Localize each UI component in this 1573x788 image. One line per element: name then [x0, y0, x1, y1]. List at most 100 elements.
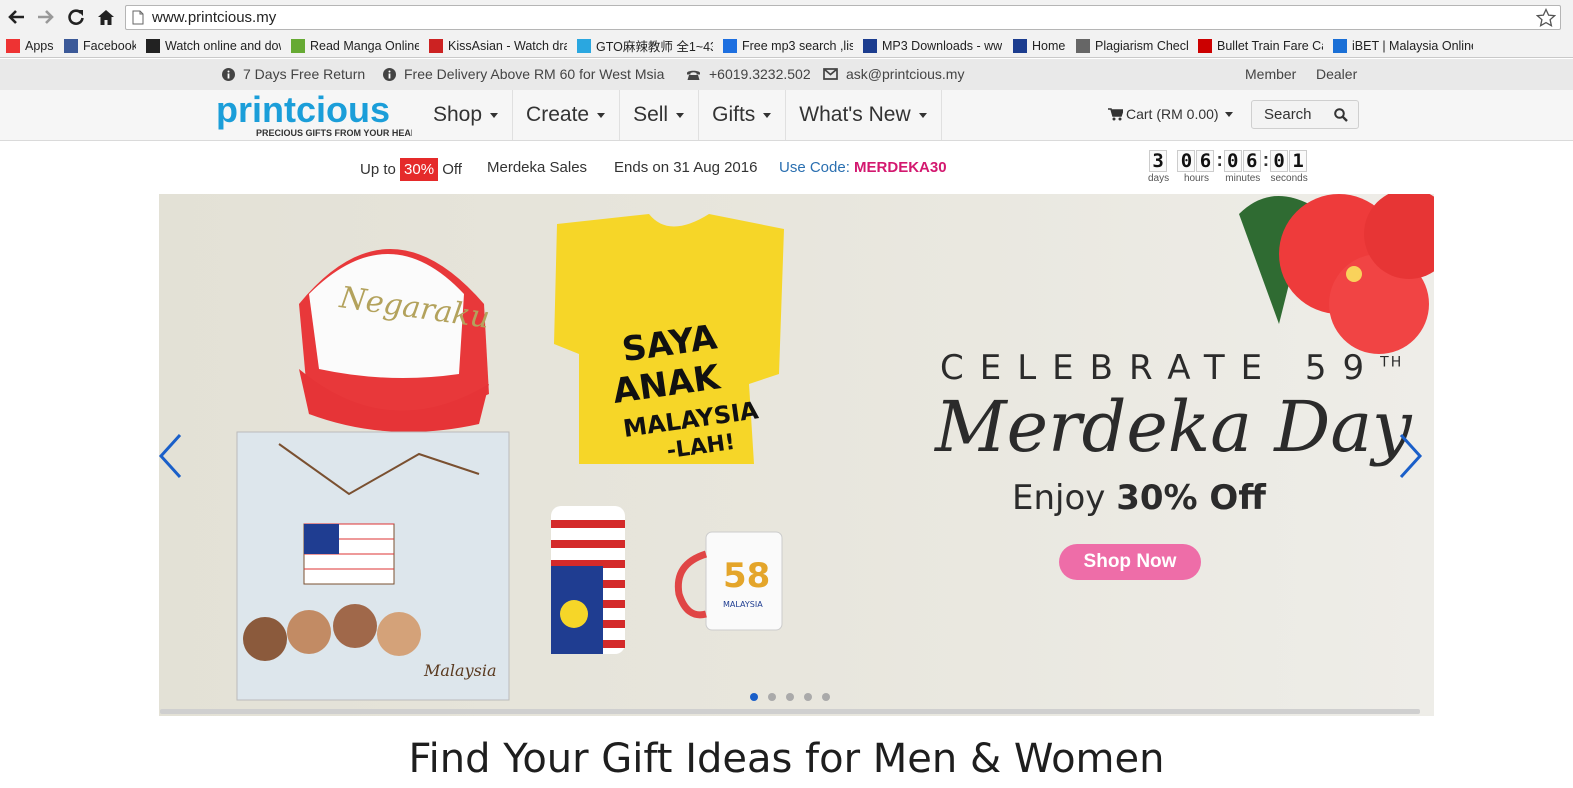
countdown-digit: 6 — [1242, 150, 1261, 172]
countdown-digit: 6 — [1196, 150, 1215, 172]
bookmark-item[interactable]: MP3 Downloads - ww — [863, 38, 1003, 53]
hero-subtitle: Enjoy 30% Off — [1012, 478, 1266, 518]
countdown-timer: 3 days : 06 hours : 06 minutes : 01 seco… — [1148, 150, 1308, 184]
search-box[interactable]: Search — [1251, 100, 1359, 129]
email-link[interactable]: ask@printcious.my — [846, 66, 964, 82]
phone-case-image — [551, 506, 625, 654]
phone-icon — [687, 70, 700, 80]
days-label: days — [1148, 173, 1170, 184]
slider-dot[interactable] — [804, 693, 812, 701]
svg-text:58: 58 — [723, 556, 770, 596]
nav-item-label: Shop — [433, 103, 483, 126]
sale-name: Merdeka Sales — [487, 159, 588, 176]
bookmark-item[interactable]: iBET | Malaysia Online — [1333, 38, 1473, 53]
svg-text:PRECIOUS GIFTS FROM YOUR HEART: PRECIOUS GIFTS FROM YOUR HEART — [256, 128, 412, 138]
forward-button[interactable] — [32, 3, 60, 31]
bookmark-item[interactable]: Free mp3 search ,liste — [723, 38, 853, 53]
free-delivery-info: Free Delivery Above RM 60 for West Msia — [383, 66, 664, 82]
bookmark-star-icon[interactable] — [1536, 8, 1556, 28]
cart-dropdown[interactable]: Cart (RM 0.00) — [1108, 106, 1233, 122]
phone-info: +6019.3232.502 — [686, 66, 811, 82]
promo-up-to: Up to — [360, 161, 396, 178]
countdown-digit: 0 — [1223, 150, 1242, 172]
countdown-minutes: 06 minutes — [1223, 150, 1262, 184]
slider-dot[interactable] — [822, 693, 830, 701]
slider-dot[interactable] — [768, 693, 776, 701]
bookmark-item[interactable]: Home — [1013, 38, 1066, 53]
cart-icon — [1108, 107, 1123, 120]
bookmark-item[interactable]: Read Manga Online fo — [291, 38, 419, 53]
member-link[interactable]: Member — [1245, 66, 1296, 82]
shop-now-button[interactable]: Shop Now — [1059, 544, 1201, 580]
colon-separator: : — [1216, 150, 1223, 171]
phone-text: +6019.3232.502 — [709, 66, 811, 82]
chevron-down-icon — [490, 112, 499, 118]
bookmark-label: iBET | Malaysia Online — [1352, 38, 1473, 53]
slider-dot[interactable] — [786, 693, 794, 701]
countdown-digit: 3 — [1149, 150, 1168, 172]
nav-item-sell[interactable]: Sell — [620, 90, 700, 140]
bookmark-label: Read Manga Online fo — [310, 38, 419, 53]
bookmark-label: Free mp3 search ,liste — [742, 38, 853, 53]
slider-prev-arrow-icon[interactable] — [157, 432, 183, 480]
chevron-down-icon — [918, 112, 927, 118]
home-button[interactable] — [92, 3, 120, 31]
back-button[interactable] — [2, 3, 30, 31]
reload-icon — [68, 9, 84, 25]
svg-text:printcious: printcious — [216, 92, 390, 130]
hero-slider[interactable]: Negaraku SAYA ANAK MALAYSIA -LAH! Malays… — [159, 194, 1434, 716]
slider-dot[interactable] — [750, 693, 758, 701]
nav-item-label: Sell — [633, 103, 669, 126]
page-icon — [132, 10, 144, 25]
bilibili-icon — [577, 38, 591, 53]
nav-item-label: Gifts — [712, 103, 756, 126]
envelope-icon — [823, 67, 838, 80]
apps-grid-icon — [6, 38, 20, 53]
promo-strip: Up to 30% Off Merdeka Sales Ends on 31 A… — [0, 142, 1573, 192]
bookmark-label: KissAsian - Watch dra — [448, 38, 567, 53]
manga-icon — [291, 38, 305, 53]
promo-off: Off — [442, 161, 462, 178]
bookmark-item[interactable]: Apps — [6, 38, 54, 53]
bookmark-label: Plagiarism Checker — [1095, 38, 1188, 53]
nav-item-shop[interactable]: Shop — [420, 90, 514, 140]
minutes-label: minutes — [1225, 173, 1261, 184]
bookmark-item[interactable]: GTO麻辣教师 全1~43 — [577, 36, 713, 55]
nav-item-label: Create — [526, 103, 590, 126]
nav-item-what-s-new[interactable]: What's New — [786, 90, 942, 140]
svg-text:MALAYSIA: MALAYSIA — [723, 600, 763, 609]
bookmark-label: Watch online and dow — [165, 38, 281, 53]
bookmark-item[interactable]: Watch online and dow — [146, 38, 281, 53]
free-delivery-text: Free Delivery Above RM 60 for West Msia — [404, 66, 665, 82]
colon-separator: : — [1262, 150, 1270, 171]
sale-end-date: Ends on 31 Aug 2016 — [614, 159, 758, 176]
cap-image: Negaraku — [299, 249, 492, 432]
hero-sub-bold: 30% Off — [1116, 478, 1266, 518]
bookmark-item[interactable]: Facebook — [64, 38, 136, 53]
slider-next-arrow-icon[interactable] — [1398, 432, 1424, 480]
nav-item-gifts[interactable]: Gifts — [699, 90, 787, 140]
address-bar[interactable]: www.printcious.my — [125, 5, 1561, 30]
bookmark-item[interactable]: Bullet Train Fare Calcu — [1198, 38, 1323, 53]
m-logo-icon — [1013, 38, 1027, 53]
email-info[interactable]: ask@printcious.my — [823, 66, 964, 82]
dealer-link[interactable]: Dealer — [1316, 66, 1357, 82]
reload-button[interactable] — [62, 3, 90, 31]
bookmark-item[interactable]: KissAsian - Watch dra — [429, 38, 567, 53]
search-icon[interactable] — [1334, 108, 1348, 122]
bookmark-item[interactable]: Plagiarism Checker — [1076, 38, 1188, 53]
printcious-logo[interactable]: printcious PRECIOUS GIFTS FROM YOUR HEAR… — [216, 89, 423, 140]
bookmarks-bar: Apps Facebook Watch online and dow Read Man… — [0, 34, 1573, 58]
hibiscus-flower-image — [1239, 194, 1434, 354]
tshirt-image: SAYA ANAK MALAYSIA -LAH! — [554, 214, 784, 464]
chevron-down-icon — [1224, 111, 1233, 117]
hero-script-title: Merdeka Day — [935, 386, 1412, 468]
mug-image: 58 MALAYSIA — [674, 531, 783, 631]
bookmark-label: Facebook — [83, 38, 136, 53]
bookmark-label: Home — [1032, 38, 1066, 53]
nav-item-create[interactable]: Create — [513, 90, 621, 140]
sst-icon — [1076, 38, 1090, 53]
info-circle-icon — [383, 67, 396, 81]
forward-arrow-icon — [38, 10, 54, 24]
code-label: Use Code: — [779, 159, 850, 176]
